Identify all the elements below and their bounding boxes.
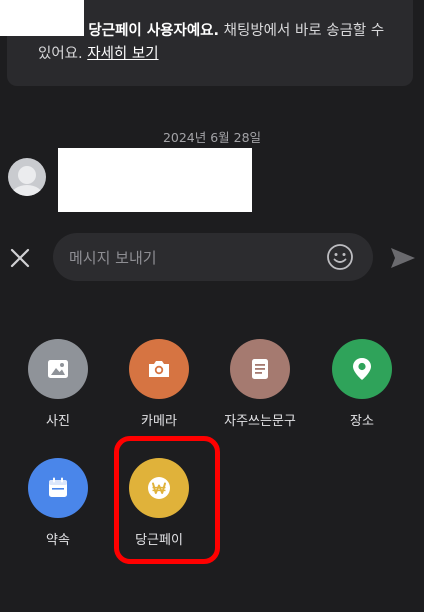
calendar-icon: [28, 458, 88, 518]
location-pin-icon: [332, 339, 392, 399]
redacted-name: [0, 0, 84, 36]
smiley-icon: [327, 244, 353, 270]
action-label: 장소: [350, 414, 374, 429]
photo-icon: [28, 339, 88, 399]
send-button[interactable]: [388, 243, 418, 273]
details-link[interactable]: 자세히 보기: [87, 46, 158, 62]
send-icon: [391, 248, 415, 268]
action-label: 자주쓰는문구: [224, 414, 296, 429]
message-input-container[interactable]: [53, 233, 373, 283]
action-location[interactable]: 장소: [312, 339, 412, 429]
document-icon: [230, 339, 290, 399]
camera-icon: [129, 339, 189, 399]
avatar[interactable]: [8, 158, 46, 196]
action-label: 카메라: [141, 414, 177, 429]
chat-date: 2024년 6월 28일: [162, 130, 262, 145]
action-photo[interactable]: 사진: [8, 339, 108, 429]
highlight-box: [114, 436, 220, 564]
close-icon: [10, 248, 30, 268]
action-label: 약속: [46, 533, 70, 548]
close-attachments-button[interactable]: [5, 243, 35, 273]
redacted-message: [58, 148, 252, 212]
emoji-button[interactable]: [326, 243, 354, 271]
action-label: 사진: [46, 414, 70, 429]
message-input[interactable]: [67, 233, 321, 283]
action-camera[interactable]: 카메라: [109, 339, 209, 429]
pay-notice-text: … 님은 당근페이 사용자예요. 채팅방에서 바로 송금할 수 있어요. 자세히…: [38, 23, 385, 62]
action-appointment[interactable]: 약속: [8, 458, 108, 548]
pay-notice-bold: 당근페이 사용자예요.: [88, 23, 220, 39]
action-saved-phrases[interactable]: 자주쓰는문구: [210, 339, 310, 429]
